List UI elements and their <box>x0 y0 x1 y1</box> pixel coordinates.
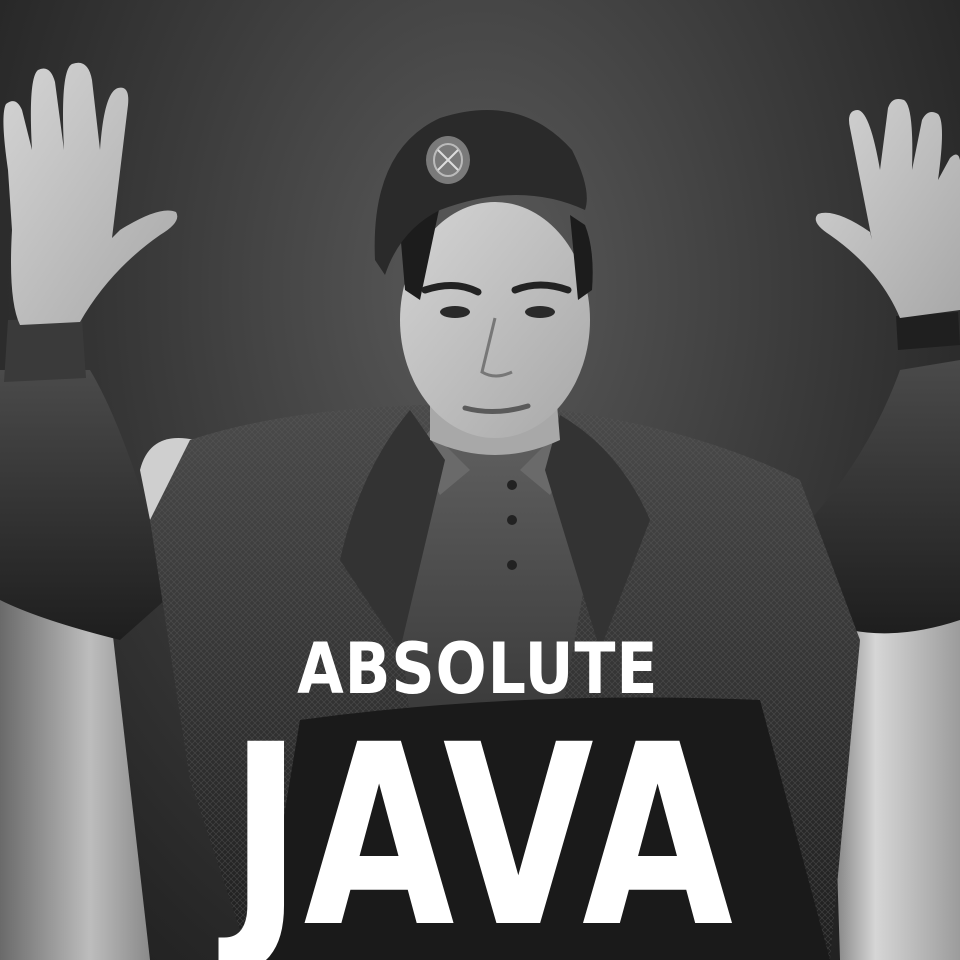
right-cuff <box>896 312 960 350</box>
left-hand <box>3 62 178 325</box>
shirt-button <box>507 480 517 490</box>
right-hand <box>815 99 960 318</box>
caption-bottom-text: JAVA <box>229 691 735 960</box>
left-cuff <box>4 318 86 382</box>
eye-right <box>525 306 555 318</box>
shirt-button <box>507 560 517 570</box>
shirt-button <box>507 515 517 525</box>
eye-left <box>440 306 470 318</box>
meme-image: ABSOLUTE JAVA <box>0 0 960 960</box>
beret-badge-icon <box>426 136 470 184</box>
